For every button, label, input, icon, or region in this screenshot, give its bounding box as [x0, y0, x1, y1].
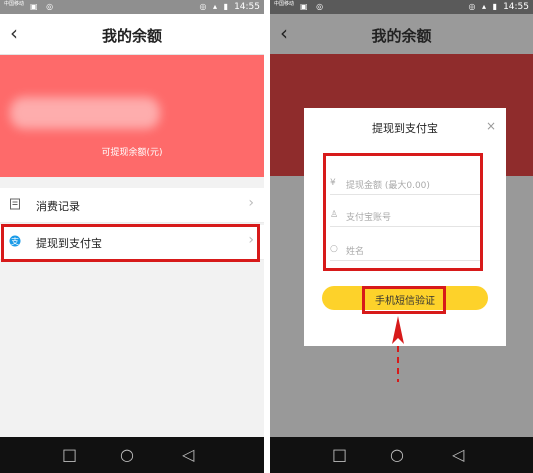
app-header: ‹ 我的余额: [0, 14, 264, 55]
close-icon[interactable]: ×: [486, 119, 496, 133]
balance-banner: 可提现余额(元): [0, 55, 264, 177]
dialog-title: 提现到支付宝: [372, 122, 438, 135]
status-bar: 中国移动 ▣ ◎ ◎ ▴ ▮ 14:55: [270, 0, 533, 14]
signal-icons: ◎ ▴ ▮: [468, 2, 499, 11]
recents-icon[interactable]: □: [332, 445, 347, 464]
home-icon[interactable]: ○: [120, 445, 134, 464]
notification-icons: ▣ ◎: [300, 2, 327, 11]
carrier-label: 中国移动: [4, 1, 25, 7]
clock: 14:55: [234, 2, 260, 12]
nav-bar: □ ○ ◁: [270, 437, 533, 473]
recents-icon[interactable]: □: [62, 445, 77, 464]
page-title: 我的余额: [371, 27, 432, 45]
notification-icons: ▣ ◎: [30, 2, 57, 11]
receipt-icon: [9, 198, 21, 210]
screen-balance: 中国移动 ▣ ◎ ◎ ▴ ▮ 14:55 ‹ 我的余额 可提现余额(元) 消费记…: [0, 0, 264, 473]
highlight-box-button: [362, 286, 446, 314]
home-icon[interactable]: ○: [390, 445, 404, 464]
menu-item-consume-records[interactable]: 消费记录 ›: [0, 188, 264, 223]
menu-item-label: 消费记录: [36, 200, 80, 213]
balance-label: 可提现余额(元): [101, 148, 163, 158]
screen-withdraw-dialog: 中国移动 ▣ ◎ ◎ ▴ ▮ 14:55 ‹ 我的余额 提现到支付宝 × ¥ 提…: [270, 0, 533, 473]
arrow-up-icon: [392, 316, 404, 382]
carrier-label: 中国移动: [274, 1, 295, 7]
highlight-box-menu: [1, 224, 260, 262]
signal-icons: ◎ ▴ ▮: [199, 2, 230, 11]
status-bar: 中国移动 ▣ ◎ ◎ ▴ ▮ 14:55: [0, 0, 264, 14]
back-nav-icon[interactable]: ◁: [182, 445, 194, 464]
highlight-box-fields: [323, 153, 483, 271]
balance-amount-blurred: [10, 97, 160, 129]
page-title: 我的余额: [101, 27, 162, 45]
app-header: ‹ 我的余额: [270, 14, 533, 54]
nav-bar: □ ○ ◁: [0, 437, 264, 473]
clock: 14:55: [503, 2, 529, 12]
chevron-right-icon: ›: [248, 195, 254, 211]
back-nav-icon[interactable]: ◁: [452, 445, 464, 464]
